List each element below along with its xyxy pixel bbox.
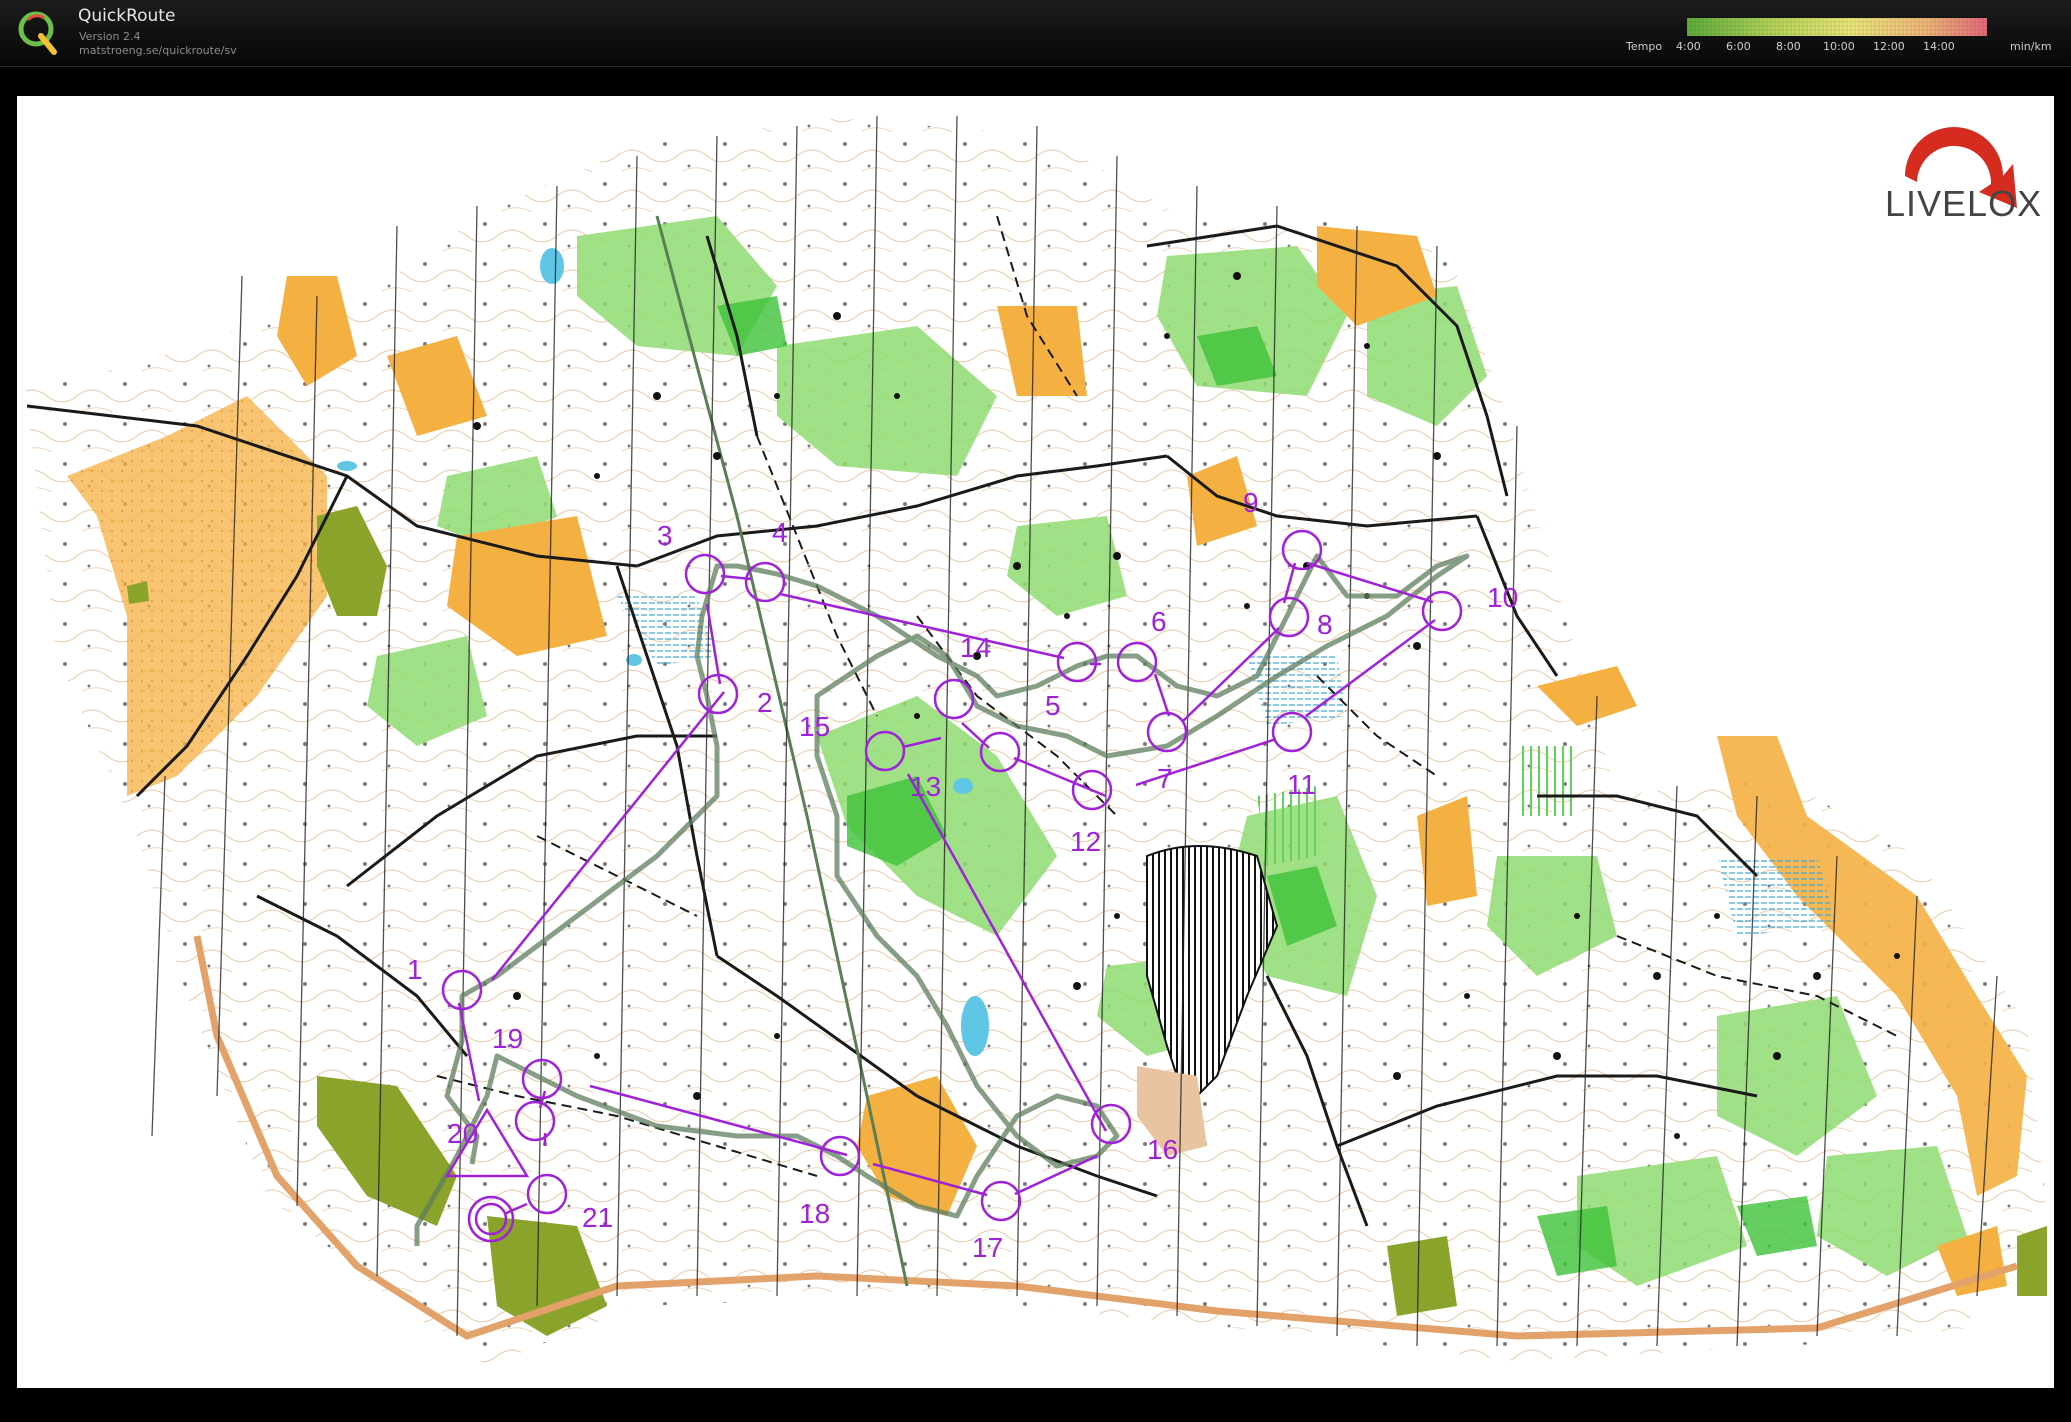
orienteering-map[interactable]: 1 2 3 4 5 6 7 8 9 10 11 12 13 14 15 16 1… (17, 96, 2054, 1388)
control-number: 20 (447, 1118, 478, 1149)
control-number: 11 (1287, 769, 1316, 800)
control-number: 14 (960, 632, 991, 663)
livelox-wordmark: LIVELOX (1885, 183, 2042, 224)
control-number: 17 (972, 1232, 1003, 1263)
app-toolbar: QuickRoute Version 2.4 matstroeng.se/qui… (0, 0, 2071, 67)
app-title: QuickRoute (78, 6, 176, 26)
control-number: 15 (799, 711, 830, 742)
tempo-tick-label: 8:00 (1776, 40, 1801, 53)
control-number: 9 (1243, 487, 1259, 518)
control-number: 7 (1157, 763, 1173, 794)
control-number: 16 (1147, 1134, 1178, 1165)
tempo-tick-label: 10:00 (1823, 40, 1855, 53)
control-number: 3 (657, 520, 673, 551)
control-number: 10 (1487, 582, 1518, 613)
control-number: 12 (1070, 826, 1101, 857)
tempo-unit-label: min/km (2010, 40, 2052, 53)
tempo-tick-label: 6:00 (1726, 40, 1751, 53)
tempo-label: Tempo (1626, 40, 1663, 53)
control-number: 18 (799, 1198, 830, 1229)
livelox-logo: LIVELOX (1885, 127, 2042, 224)
control-number: 19 (492, 1023, 523, 1054)
app-url: matstroeng.se/quickroute/sv (79, 44, 237, 57)
tempo-tick-label: 12:00 (1873, 40, 1905, 53)
control-number: 8 (1317, 609, 1333, 640)
control-number: 6 (1151, 606, 1167, 637)
app-version: Version 2.4 (79, 30, 141, 43)
control-number: 1 (407, 954, 423, 985)
tempo-tick-label: 14:00 (1923, 40, 1955, 53)
quickroute-q-icon (18, 11, 57, 55)
control-number: 21 (582, 1202, 613, 1233)
tempo-gradient-bar (1687, 18, 1987, 36)
tempo-tick-label: 4:00 (1676, 40, 1701, 53)
control-number: 4 (772, 517, 788, 548)
control-number: 13 (910, 771, 941, 802)
control-number: 2 (757, 687, 773, 718)
control-number: 5 (1045, 690, 1061, 721)
map-canvas[interactable]: 1 2 3 4 5 6 7 8 9 10 11 12 13 14 15 16 1… (17, 96, 2054, 1388)
